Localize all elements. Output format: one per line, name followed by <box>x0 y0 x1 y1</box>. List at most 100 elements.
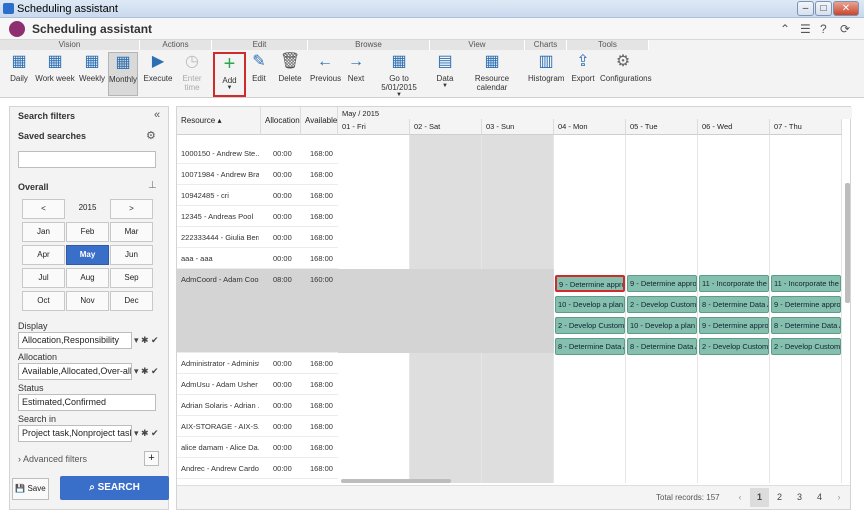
saved-searches-select[interactable] <box>18 151 156 168</box>
weekly-button[interactable]: ▦ Weekly <box>77 52 107 83</box>
daily-button[interactable]: ▦ Daily <box>5 52 33 83</box>
page-button[interactable]: 3 <box>790 488 809 507</box>
month-button-jul[interactable]: Jul <box>22 268 65 288</box>
resource-row[interactable]: aaa - aaa 00:00 168:00 <box>177 248 338 269</box>
resource-name: Administrator - Administ... <box>181 359 259 368</box>
task-event[interactable]: 2 - Develop Customer <box>555 317 625 334</box>
month-button-aug[interactable]: Aug <box>66 268 109 288</box>
minimize-button[interactable]: – <box>797 1 814 16</box>
close-button[interactable]: ✕ <box>833 1 859 16</box>
pencil-icon: ✎ <box>252 53 266 70</box>
pin-icon[interactable]: ⊥ <box>148 180 157 191</box>
task-event[interactable]: 9 - Determine appropri <box>555 275 625 292</box>
advanced-filters-toggle[interactable]: › Advanced filters <box>18 454 87 464</box>
page-button[interactable]: 4 <box>810 488 829 507</box>
add-button[interactable]: + Add ▼ <box>213 52 246 97</box>
work-week-button[interactable]: ▦ Work week <box>35 52 75 83</box>
collapse-panel-icon[interactable]: « <box>154 109 160 121</box>
delete-button[interactable]: 🗑 Delete <box>276 52 304 83</box>
allocation-column-header[interactable]: Allocation <box>261 107 301 135</box>
monthly-button[interactable]: ▦ Monthly <box>108 52 138 96</box>
previous-button[interactable]: ← Previous <box>310 52 341 83</box>
resource-row[interactable]: 222333444 - Giulia Berni 00:00 168:00 <box>177 227 338 248</box>
resource-row[interactable]: 10942485 - cri 00:00 168:00 <box>177 185 338 206</box>
task-event[interactable]: 9 - Determine appropri <box>699 317 769 334</box>
allocation-controls[interactable]: ▾ ✱ ✔ <box>134 363 159 380</box>
resource-row[interactable]: Administrator - Administ... 00:00 168:00 <box>177 353 338 374</box>
month-button-oct[interactable]: Oct <box>22 291 65 311</box>
go-to-date-button[interactable]: ▦ Go to 5/01/2015 ▼ <box>372 52 426 98</box>
next-year-button[interactable]: > <box>110 199 153 219</box>
resource-row[interactable]: AIX-STORAGE - AIX-S... 00:00 168:00 <box>177 416 338 437</box>
save-button[interactable]: 💾 Save <box>12 478 49 500</box>
resource-row[interactable]: AdmCoord - Adam Coo... 08:00 160:00 <box>177 269 338 353</box>
enter-time-button[interactable]: ◷ Enter time <box>175 52 209 92</box>
task-event[interactable]: 11 - Incorporate the de <box>771 275 841 292</box>
allocation-value: 00:00 <box>273 191 292 200</box>
page-button[interactable]: 1 <box>750 488 769 507</box>
edit-button[interactable]: ✎ Edit <box>248 52 270 83</box>
search-button[interactable]: ⌕ SEARCH <box>60 476 169 500</box>
next-button[interactable]: → Next <box>344 52 368 83</box>
data-button[interactable]: ▤ Data ▼ <box>432 52 458 89</box>
display-select[interactable]: Allocation,Responsibility <box>18 332 132 349</box>
resource-row[interactable]: 12345 - Andreas Pool 00:00 168:00 <box>177 206 338 227</box>
month-button-jun[interactable]: Jun <box>110 245 153 265</box>
available-column-header[interactable]: Available <box>301 107 338 135</box>
resource-name: aaa - aaa <box>181 254 213 263</box>
collapse-icon[interactable]: ⌃ <box>780 22 790 36</box>
task-event[interactable]: 8 - Determine Data An <box>771 317 841 334</box>
task-event[interactable]: 2 - Develop Customer <box>771 338 841 355</box>
resource-row[interactable]: 1000150 - Andrew Ste... 00:00 168:00 <box>177 143 338 164</box>
search-in-select[interactable]: Project task,Nonproject task, <box>18 425 132 442</box>
help-icon[interactable]: ? <box>820 22 827 36</box>
gear-icon[interactable]: ⚙ <box>146 129 156 142</box>
resource-row[interactable]: 10071984 - Andrew Brady 00:00 168:00 <box>177 164 338 185</box>
refresh-icon[interactable]: ⟳ <box>840 22 850 36</box>
resource-column-header[interactable]: Resource ▴ <box>177 107 261 135</box>
histogram-button[interactable]: ▥ Histogram <box>528 52 564 83</box>
month-button-jan[interactable]: Jan <box>22 222 65 242</box>
resource-calendar-button[interactable]: ▦ Resource calendar <box>461 52 523 92</box>
task-event[interactable]: 8 - Determine Data An <box>555 338 625 355</box>
month-button-mar[interactable]: Mar <box>110 222 153 242</box>
task-event[interactable]: 8 - Determine Data An <box>627 338 697 355</box>
day-header: 05 - Tue <box>626 119 698 135</box>
task-event[interactable]: 2 - Develop Customer <box>699 338 769 355</box>
task-event[interactable]: 11 - Incorporate the de <box>699 275 769 292</box>
horizontal-scrollbar[interactable] <box>341 479 451 483</box>
prev-page-button[interactable]: ‹ <box>730 488 750 507</box>
task-event[interactable]: 10 - Develop a plan an <box>627 317 697 334</box>
status-select[interactable]: Estimated,Confirmed <box>18 394 156 411</box>
configurations-button[interactable]: ⚙ Configurations <box>600 52 652 83</box>
task-event[interactable]: 10 - Develop a plan an <box>555 296 625 313</box>
month-button-may[interactable]: May <box>66 245 109 265</box>
next-page-button[interactable]: › <box>830 488 848 507</box>
group-view: View <box>430 40 525 50</box>
prev-year-button[interactable]: < <box>22 199 65 219</box>
display-controls[interactable]: ▾ ✱ ✔ <box>134 332 159 349</box>
add-filter-button[interactable]: + <box>144 451 159 466</box>
task-event[interactable]: 9 - Determine appropri <box>771 296 841 313</box>
execute-button[interactable]: ▶ Execute <box>143 52 173 83</box>
vertical-scrollbar[interactable] <box>845 183 850 303</box>
page-button[interactable]: 2 <box>770 488 789 507</box>
export-button[interactable]: ⇪ Export <box>569 52 597 83</box>
month-button-sep[interactable]: Sep <box>110 268 153 288</box>
maximize-button[interactable]: □ <box>815 1 832 16</box>
month-button-apr[interactable]: Apr <box>22 245 65 265</box>
resource-row[interactable]: Adrian Solaris - Adrian ... 00:00 168:00 <box>177 395 338 416</box>
task-event[interactable]: 9 - Determine appropri <box>627 275 697 292</box>
task-event[interactable]: 8 - Determine Data An <box>699 296 769 313</box>
month-button-nov[interactable]: Nov <box>66 291 109 311</box>
list-icon[interactable]: ☰ <box>800 22 811 36</box>
month-button-dec[interactable]: Dec <box>110 291 153 311</box>
month-button-feb[interactable]: Feb <box>66 222 109 242</box>
task-event[interactable]: 2 - Develop Customer <box>627 296 697 313</box>
resource-row[interactable]: alice damam - Alice Da... 00:00 168:00 <box>177 437 338 458</box>
resource-row[interactable]: Andrec - Andrew Cardoso 00:00 168:00 <box>177 458 338 479</box>
resource-name: AdmUsu - Adam Usher <box>181 380 258 389</box>
allocation-select[interactable]: Available,Allocated,Over-allo <box>18 363 132 380</box>
search-in-controls[interactable]: ▾ ✱ ✔ <box>134 425 159 442</box>
resource-row[interactable]: AdmUsu - Adam Usher 00:00 168:00 <box>177 374 338 395</box>
